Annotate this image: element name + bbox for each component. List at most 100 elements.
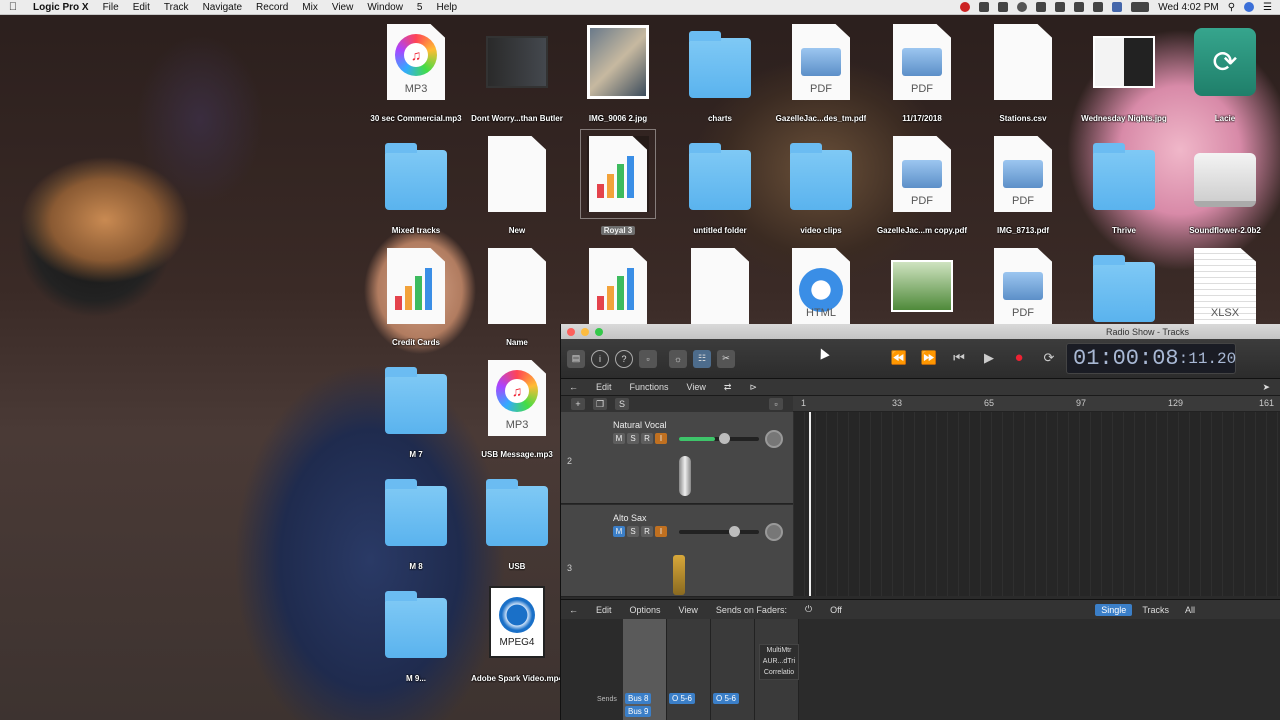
tracks-edit-menu[interactable]: Edit bbox=[588, 382, 622, 392]
track-header-alto-sax[interactable]: 3 Alto Sax M S R I bbox=[561, 505, 793, 597]
desktop-file-pdf[interactable]: PDF GazelleJac...des_tm.pdf bbox=[771, 24, 871, 136]
catch-icon[interactable]: ⇄ bbox=[716, 382, 742, 393]
flex-icon[interactable]: ⊳ bbox=[741, 382, 767, 393]
desktop-file-adobe-spark-video[interactable]: MPEG4 Adobe Spark Video.mp4 bbox=[467, 584, 567, 696]
desktop-folder-thrive[interactable]: Thrive bbox=[1074, 136, 1174, 248]
screen-recorder-icon[interactable] bbox=[960, 2, 971, 12]
desktop-file-new[interactable]: New bbox=[467, 136, 567, 248]
mixer-options-menu[interactable]: Options bbox=[622, 605, 671, 615]
menu-5[interactable]: 5 bbox=[410, 2, 430, 13]
menu-file[interactable]: File bbox=[96, 2, 126, 13]
plugin-slot-multimeter[interactable]: MultiMtr AUR...dTri Correlatio bbox=[759, 644, 799, 680]
toolbar-button[interactable]: ▫ bbox=[639, 349, 657, 368]
input-monitor-button[interactable]: I bbox=[655, 433, 667, 444]
desktop-folder-m8[interactable]: M 8 bbox=[366, 472, 466, 584]
mixer-edit-menu[interactable]: Edit bbox=[588, 605, 622, 615]
desktop-file-pdf-copy[interactable]: PDF GazelleJac...m copy.pdf bbox=[872, 136, 972, 248]
desktop-folder-m9[interactable]: M 9... bbox=[366, 584, 466, 696]
desktop-file-img-8713-pdf[interactable]: PDF IMG_8713.pdf bbox=[973, 136, 1073, 248]
tracks-view-menu[interactable]: View bbox=[679, 382, 716, 392]
volume-fader[interactable] bbox=[679, 433, 759, 444]
track-list-icon[interactable]: ▫ bbox=[769, 398, 783, 410]
track-name[interactable]: Alto Sax bbox=[613, 513, 647, 523]
playhead[interactable] bbox=[809, 412, 811, 596]
menu-track[interactable]: Track bbox=[157, 2, 196, 13]
mixer-back-arrow-icon[interactable]: ← bbox=[561, 605, 588, 615]
track-header-natural-vocal[interactable]: 2 Natural Vocal M S R I bbox=[561, 412, 793, 504]
notification-center-icon[interactable]: ☰ bbox=[1263, 2, 1272, 13]
desktop-folder-usb[interactable]: USB bbox=[467, 472, 567, 584]
mixer-button[interactable]: ☷ bbox=[693, 349, 711, 368]
go-to-beginning-icon[interactable]: ⏮ bbox=[949, 350, 969, 366]
input-monitor-button[interactable]: I bbox=[655, 526, 667, 537]
editors-button[interactable]: ✂ bbox=[717, 349, 735, 368]
rewind-icon[interactable]: ⏪ bbox=[889, 350, 909, 366]
solo-button[interactable]: S bbox=[627, 526, 639, 537]
desktop-file-name[interactable]: Name bbox=[467, 248, 567, 360]
track-name[interactable]: Natural Vocal bbox=[613, 420, 667, 430]
mixer-view-menu[interactable]: View bbox=[671, 605, 708, 615]
fast-forward-icon[interactable]: ⏩ bbox=[919, 350, 939, 366]
desktop-file-royal-3[interactable]: Royal 3 bbox=[568, 129, 668, 248]
desktop-folder-mixed-tracks[interactable]: Mixed tracks bbox=[366, 136, 466, 248]
duplicate-track-icon[interactable]: ❐ bbox=[593, 398, 607, 410]
pan-knob[interactable] bbox=[765, 523, 783, 541]
desktop-folder-untitled[interactable]: untitled folder bbox=[670, 136, 770, 248]
bar-ruler[interactable]: 1 33 65 97 129 161 bbox=[793, 396, 1280, 412]
menu-mix[interactable]: Mix bbox=[295, 2, 325, 13]
menu-window[interactable]: Window bbox=[360, 2, 410, 13]
tracks-functions-menu[interactable]: Functions bbox=[622, 382, 679, 392]
mute-button[interactable]: M bbox=[613, 433, 625, 444]
pan-knob[interactable] bbox=[765, 430, 783, 448]
inspector-button[interactable]: i bbox=[591, 349, 609, 368]
volume-icon[interactable] bbox=[1093, 2, 1104, 12]
desktop-file-credit-cards[interactable]: Credit Cards bbox=[366, 248, 466, 360]
desktop-file-pdf-date[interactable]: PDF 11/17/2018 bbox=[872, 24, 972, 136]
smart-controls-button[interactable]: ☼ bbox=[669, 349, 687, 368]
desktop-drive-lacie[interactable]: ⟳ Lacie bbox=[1175, 24, 1275, 136]
record-enable-button[interactable]: R bbox=[641, 526, 653, 537]
power-icon[interactable]: ⏻ bbox=[797, 604, 822, 615]
window-titlebar[interactable]: Radio Show - Tracks bbox=[561, 324, 1280, 339]
send-bus-9[interactable]: Bus 9 bbox=[625, 706, 652, 717]
play-icon[interactable]: ▶ bbox=[979, 350, 999, 366]
menubar-clock[interactable]: Wed 4:02 PM bbox=[1158, 2, 1218, 13]
menu-help[interactable]: Help bbox=[429, 2, 464, 13]
arrange-area[interactable] bbox=[793, 412, 1280, 596]
pointer-tool-icon[interactable]: ➤ bbox=[1254, 382, 1280, 393]
desktop-disk-soundflower[interactable]: Soundflower-2.0b2 bbox=[1175, 136, 1275, 248]
solo-button[interactable]: S bbox=[627, 433, 639, 444]
library-button[interactable]: ▤ bbox=[567, 349, 585, 368]
volume-fader[interactable] bbox=[679, 526, 759, 537]
minimize-window-icon[interactable] bbox=[581, 327, 589, 336]
cycle-icon[interactable]: ⟳ bbox=[1039, 350, 1059, 366]
desktop-file-wednesday-jpg[interactable]: Wednesday Nights.jpg bbox=[1074, 24, 1174, 136]
send-bus-8[interactable]: Bus 8 bbox=[625, 693, 652, 704]
desktop-file-csv[interactable]: Stations.csv bbox=[973, 24, 1073, 136]
display-icon[interactable] bbox=[998, 2, 1009, 12]
desktop-file-usb-message[interactable]: ♫ MP3 USB Message.mp3 bbox=[467, 360, 567, 472]
airplay-icon[interactable] bbox=[1074, 2, 1085, 12]
wifi-icon[interactable] bbox=[1055, 2, 1066, 12]
siri-icon[interactable] bbox=[1244, 2, 1255, 12]
battery-icon[interactable] bbox=[1131, 2, 1150, 12]
send-output-5-6[interactable]: O 5-6 bbox=[669, 693, 696, 704]
desktop-folder-charts[interactable]: charts bbox=[670, 24, 770, 136]
desktop-file-jpg[interactable]: IMG_9006 2.jpg bbox=[568, 24, 668, 136]
send-output-5-6[interactable]: O 5-6 bbox=[713, 693, 740, 704]
menu-navigate[interactable]: Navigate bbox=[196, 2, 249, 13]
apple-menu-icon[interactable]:  bbox=[0, 1, 26, 13]
input-flag-icon[interactable] bbox=[1112, 2, 1123, 12]
menu-view[interactable]: View bbox=[325, 2, 361, 13]
bluetooth-icon[interactable] bbox=[1036, 2, 1047, 12]
desktop-file-mp3[interactable]: ♫ MP3 30 sec Commercial.mp3 bbox=[366, 24, 466, 136]
spotlight-search-icon[interactable]: ⚲ bbox=[1228, 2, 1235, 13]
mode-single[interactable]: Single bbox=[1095, 604, 1133, 616]
menu-record[interactable]: Record bbox=[249, 2, 295, 13]
record-icon[interactable]: ● bbox=[1009, 349, 1029, 366]
channel-strip-selected[interactable] bbox=[623, 619, 667, 720]
channel-strip[interactable] bbox=[667, 619, 711, 720]
desktop-folder-m7[interactable]: M 7 bbox=[366, 360, 466, 472]
zoom-window-icon[interactable] bbox=[595, 327, 603, 336]
sends-on-faders-select[interactable]: Off bbox=[822, 605, 902, 615]
